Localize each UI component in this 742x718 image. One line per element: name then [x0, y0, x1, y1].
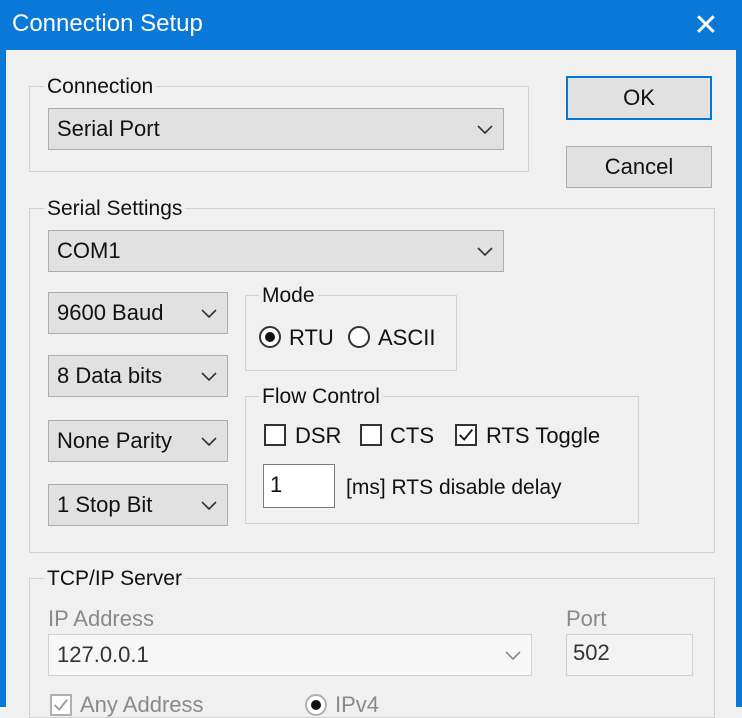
rts-delay-input[interactable]: 1 [263, 464, 335, 508]
stop-bits-select[interactable]: 1 Stop Bit [48, 484, 228, 526]
title-bar: Connection Setup ✕ [0, 0, 742, 50]
ascii-label[interactable]: ASCII [378, 325, 435, 351]
rts-delay-label: [ms] RTS disable delay [346, 476, 562, 499]
ip-address-select[interactable]: 127.0.0.1 [48, 634, 532, 676]
chevron-down-icon [201, 501, 217, 511]
stop-bits-value: 1 Stop Bit [57, 492, 153, 517]
data-bits-value: 8 Data bits [57, 363, 163, 388]
rtu-radio[interactable] [259, 326, 281, 348]
ok-button-label: OK [623, 85, 655, 110]
window-title: Connection Setup [12, 10, 203, 37]
flow-control-group-label: Flow Control [259, 385, 383, 409]
window-border-right [736, 50, 742, 707]
ipv4-radio[interactable] [305, 694, 327, 716]
any-address-checkbox[interactable] [50, 694, 72, 716]
checkmark-icon [54, 699, 68, 711]
close-icon[interactable]: ✕ [686, 6, 726, 46]
connection-type-select[interactable]: Serial Port [48, 108, 504, 150]
dsr-label[interactable]: DSR [295, 423, 341, 449]
rts-toggle-checkbox[interactable] [455, 424, 477, 446]
chevron-down-icon [477, 125, 493, 135]
dsr-checkbox[interactable] [264, 424, 286, 446]
cts-checkbox[interactable] [360, 424, 382, 446]
connection-type-value: Serial Port [57, 116, 160, 141]
connection-group-label: Connection [44, 75, 157, 99]
rtu-label[interactable]: RTU [289, 325, 334, 351]
serial-settings-group-label: Serial Settings [44, 197, 186, 221]
com-port-select[interactable]: COM1 [48, 230, 504, 272]
chevron-down-icon [477, 247, 493, 257]
chevron-down-icon [201, 372, 217, 382]
chevron-down-icon [201, 309, 217, 319]
ascii-radio[interactable] [348, 326, 370, 348]
port-label: Port [566, 606, 607, 631]
any-address-label[interactable]: Any Address [80, 692, 204, 718]
mode-group-label: Mode [259, 284, 318, 308]
baud-rate-select[interactable]: 9600 Baud [48, 292, 228, 334]
checkmark-icon [459, 429, 473, 441]
data-bits-select[interactable]: 8 Data bits [48, 355, 228, 397]
com-port-value: COM1 [57, 238, 121, 263]
cancel-button-label: Cancel [604, 154, 674, 179]
port-input[interactable]: 502 [566, 634, 693, 676]
rts-toggle-label[interactable]: RTS Toggle [486, 423, 600, 449]
parity-value: None Parity [57, 428, 172, 453]
ip-address-label: IP Address [48, 606, 154, 631]
parity-select[interactable]: None Parity [48, 420, 228, 462]
baud-rate-value: 9600 Baud [57, 300, 164, 325]
chevron-down-icon [201, 437, 217, 447]
ipv4-label[interactable]: IPv4 [335, 692, 379, 718]
ok-button[interactable]: OK [566, 76, 712, 120]
chevron-down-icon [505, 651, 521, 661]
ip-address-value: 127.0.0.1 [57, 642, 149, 667]
cancel-button[interactable]: Cancel [566, 146, 712, 188]
cts-label[interactable]: CTS [390, 423, 434, 449]
tcp-ip-group-label: TCP/IP Server [44, 567, 185, 591]
